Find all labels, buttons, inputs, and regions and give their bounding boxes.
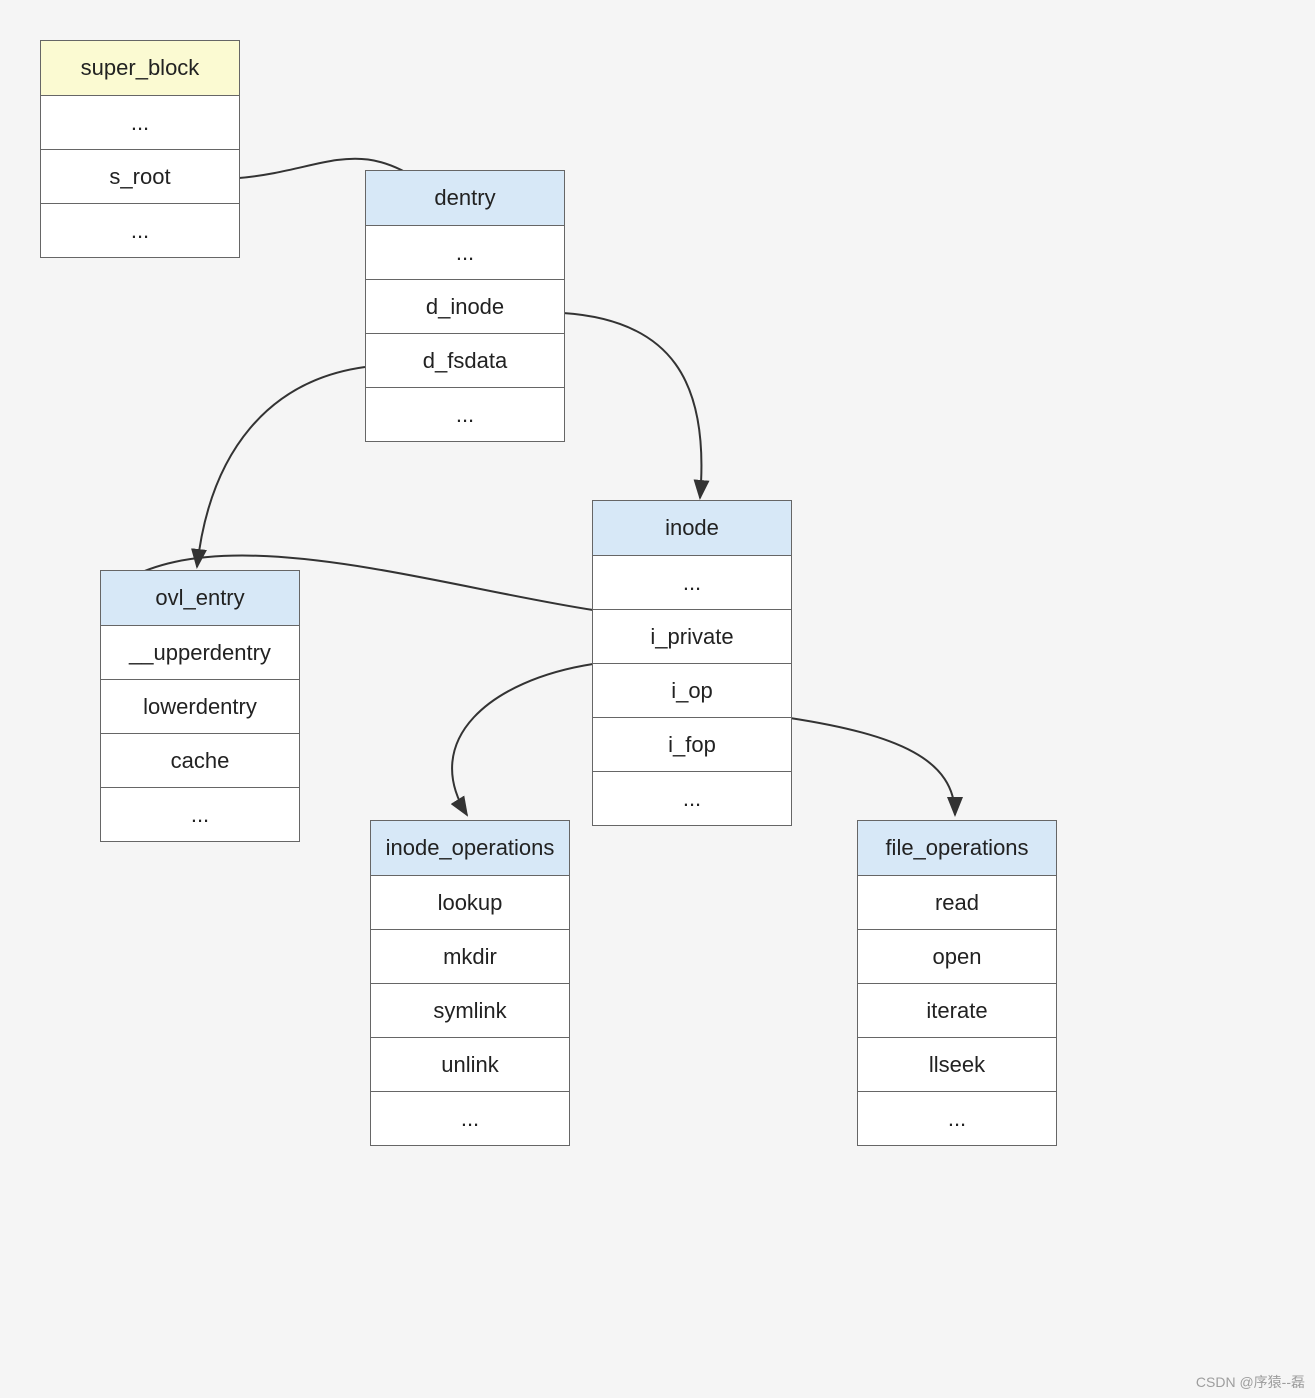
field-symlink: symlink (371, 983, 569, 1037)
watermark: CSDN @序猿--磊 (1196, 1372, 1305, 1392)
field: ... (101, 787, 299, 841)
field-mkdir: mkdir (371, 929, 569, 983)
header-dentry: dentry (366, 171, 564, 225)
box-ovl-entry: ovl_entry __upperdentry lowerdentry cach… (100, 570, 300, 842)
header-file-operations: file_operations (858, 821, 1056, 875)
box-inode: inode ... i_private i_op i_fop ... (592, 500, 792, 826)
diagram-canvas: { "boxes": { "super_block": { "header": … (0, 0, 1315, 1398)
field: ... (593, 771, 791, 825)
field: ... (366, 387, 564, 441)
box-dentry: dentry ... d_inode d_fsdata ... (365, 170, 565, 442)
field-i-private: i_private (593, 609, 791, 663)
header-inode-operations: inode_operations (371, 821, 569, 875)
field-iterate: iterate (858, 983, 1056, 1037)
header-inode: inode (593, 501, 791, 555)
field: ... (371, 1091, 569, 1145)
field-d-fsdata: d_fsdata (366, 333, 564, 387)
field-llseek: llseek (858, 1037, 1056, 1091)
header-super-block: super_block (41, 41, 239, 95)
field: ... (593, 555, 791, 609)
field: ... (858, 1091, 1056, 1145)
field-unlink: unlink (371, 1037, 569, 1091)
field-d-inode: d_inode (366, 279, 564, 333)
box-file-operations: file_operations read open iterate llseek… (857, 820, 1057, 1146)
field-cache: cache (101, 733, 299, 787)
arrow-dfsdata-to-ovlentry (197, 367, 365, 567)
arrow-dinode-to-inode (563, 313, 701, 498)
field-upperdentry: __upperdentry (101, 625, 299, 679)
header-ovl-entry: ovl_entry (101, 571, 299, 625)
field-s-root: s_root (41, 149, 239, 203)
field-lookup: lookup (371, 875, 569, 929)
field-lowerdentry: lowerdentry (101, 679, 299, 733)
field: ... (41, 203, 239, 257)
field-i-fop: i_fop (593, 717, 791, 771)
field: ... (366, 225, 564, 279)
box-inode-operations: inode_operations lookup mkdir symlink un… (370, 820, 570, 1146)
arrow-iop-to-inodeops (452, 664, 593, 815)
box-super-block: super_block ... s_root ... (40, 40, 240, 258)
field-open: open (858, 929, 1056, 983)
field-i-op: i_op (593, 663, 791, 717)
arrow-ifop-to-fileops (790, 718, 955, 815)
field: ... (41, 95, 239, 149)
field-read: read (858, 875, 1056, 929)
